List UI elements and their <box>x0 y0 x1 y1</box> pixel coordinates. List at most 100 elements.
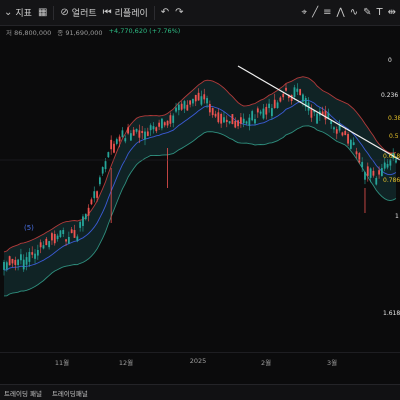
candle-body <box>62 229 65 235</box>
indicators-label: 지표 <box>15 9 32 19</box>
candle-body <box>293 87 296 97</box>
wave-5-label: (5) <box>24 224 34 232</box>
candle-body <box>273 99 276 109</box>
replay-button[interactable]: ⏮ 리플레이 <box>103 6 148 19</box>
candle-body <box>121 130 124 138</box>
candle-body <box>248 117 251 126</box>
candle-body <box>223 117 225 123</box>
candle-body <box>59 230 62 238</box>
cursor-icon[interactable]: ⌖ <box>301 7 307 18</box>
candle-body <box>217 112 220 123</box>
alert-button[interactable]: ⊘ 얼러트 <box>60 6 96 19</box>
candle-body <box>228 121 231 124</box>
trading-panel-tab-2[interactable]: 트레이딩패널 <box>52 388 88 398</box>
candle-body <box>172 115 175 123</box>
candle-body <box>254 119 256 124</box>
candle-body <box>375 177 378 185</box>
wave-icon[interactable]: ∿ <box>350 7 358 18</box>
candle-body <box>14 259 17 265</box>
candle-body <box>372 170 375 176</box>
candle-body <box>124 138 127 142</box>
undo-icon[interactable]: ↶ <box>161 7 169 18</box>
candle-body <box>333 127 335 130</box>
candle-body <box>386 164 389 168</box>
candle-body <box>197 92 200 101</box>
candle-body <box>70 229 73 234</box>
close-label: 종 <box>57 29 64 37</box>
trading-panel-tab[interactable]: 트레이딩 패널 <box>4 388 42 398</box>
pattern-icon[interactable]: ⋀ <box>337 7 345 18</box>
drawing-tools: ⌖ ╱ ≡ ⋀ ∿ ✎ T ⇹ <box>301 7 396 18</box>
indicators-button[interactable]: ⌄ 지표 <box>4 6 32 19</box>
candle-body <box>135 128 138 132</box>
candle-body <box>211 108 214 116</box>
candle-body <box>20 254 22 261</box>
layout-grid-icon[interactable]: ▦ <box>38 7 47 18</box>
candle-body <box>115 139 118 144</box>
candle-body <box>355 151 358 155</box>
measure-icon[interactable]: ⇹ <box>388 7 396 18</box>
candle-body <box>302 94 304 102</box>
candle-body <box>347 134 349 144</box>
fib-level-label: 0.5 <box>389 133 399 140</box>
candle-body <box>203 94 206 100</box>
candle-body <box>67 236 70 244</box>
candle-body <box>242 118 245 124</box>
candle-body <box>192 98 194 104</box>
candle-body <box>144 131 146 140</box>
candle-body <box>200 96 203 105</box>
candle-body <box>110 139 113 150</box>
candle-body <box>299 89 302 95</box>
candle-body <box>183 101 186 109</box>
candle-body <box>73 230 76 238</box>
fib-icon[interactable]: ≡ <box>323 7 331 18</box>
time-axis-label: 2월 <box>260 359 272 367</box>
candle-body <box>262 108 265 119</box>
fib-level-label: 1.618 <box>383 310 400 317</box>
candle-body <box>352 142 355 145</box>
time-axis-label: 11월 <box>54 359 70 367</box>
candle-body <box>141 131 144 134</box>
candle-body <box>146 131 149 136</box>
candle-body <box>177 104 180 111</box>
candle-body <box>369 168 372 178</box>
candle-body <box>152 126 155 130</box>
candle-body <box>282 93 285 98</box>
candle-body <box>87 207 90 216</box>
redo-icon[interactable]: ↷ <box>175 7 183 18</box>
text-icon[interactable]: T <box>377 7 383 18</box>
candle-body <box>3 261 5 270</box>
candle-body <box>186 104 189 111</box>
candle-body <box>161 118 163 129</box>
candle-body <box>166 120 169 126</box>
candle-body <box>361 162 364 168</box>
candle-body <box>276 102 279 108</box>
candle-body <box>220 113 223 124</box>
price-info: 저 86,800,000 종 91,690,000 +4,770,620 (+7… <box>6 27 180 37</box>
brush-icon[interactable]: ✎ <box>363 7 371 18</box>
candle-body <box>149 125 152 131</box>
candle-body <box>101 167 104 174</box>
candle-body <box>279 97 282 102</box>
candle-body <box>234 120 237 128</box>
trading-chart-app: ⌄ 지표 ▦ ⊘ 얼러트 ⏮ 리플레이 ↶ ↷ ⌖ ╱ ≡ ⋀ ∿ ✎ T ⇹ … <box>0 0 400 400</box>
candle-body <box>349 139 352 149</box>
candle-body <box>48 241 51 248</box>
toolbar-divider <box>53 5 55 20</box>
candle-body <box>96 191 98 198</box>
trendline-icon[interactable]: ╱ <box>312 7 318 18</box>
candle-body <box>245 121 248 124</box>
candle-body <box>17 259 20 266</box>
candle-body <box>93 191 96 199</box>
price-chart[interactable]: (5) 0 0.236 (100,000,000) 0.382 (... 0.5 0.6… <box>0 38 400 348</box>
bottom-panel: 트레이딩 패널 트레이딩패널 <box>0 384 400 400</box>
candle-body <box>79 221 82 228</box>
change-value: +4,770,620 (+7.76%) <box>108 27 181 35</box>
time-axis: 11월 12월 2025 2월 3월 <box>0 352 400 367</box>
candle-body <box>237 120 239 127</box>
candle-body <box>163 122 166 126</box>
candle-body <box>344 130 347 136</box>
candle-body <box>28 251 31 262</box>
candle-body <box>285 87 287 91</box>
candle-body <box>155 127 158 132</box>
